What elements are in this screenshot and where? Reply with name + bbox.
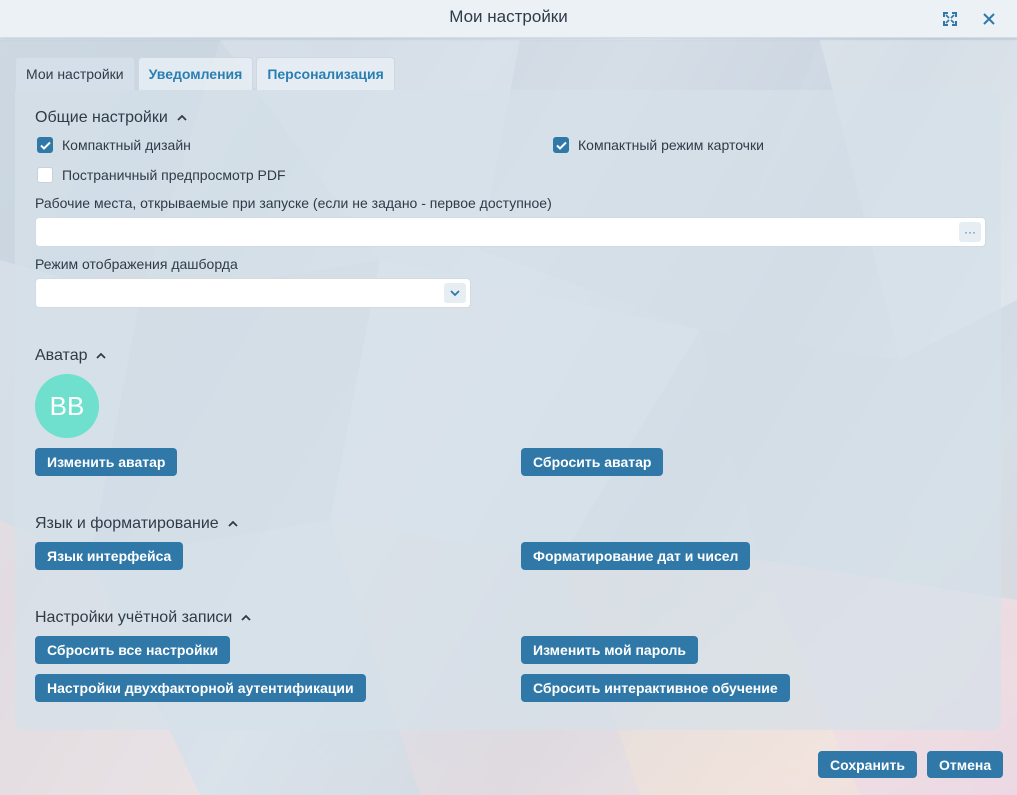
change-avatar-button[interactable]: Изменить аватар bbox=[35, 448, 178, 476]
title-bar: Мои настройки bbox=[0, 0, 1017, 38]
workplaces-field: ··· bbox=[35, 217, 986, 247]
save-button[interactable]: Сохранить bbox=[818, 751, 917, 778]
date-number-format-button[interactable]: Форматирование дат и чисел bbox=[521, 542, 751, 570]
compact-design-label: Компактный дизайн bbox=[62, 137, 191, 153]
close-button[interactable] bbox=[976, 6, 1002, 32]
tab-notifications[interactable]: Уведомления bbox=[137, 57, 254, 90]
compact-card-label: Компактный режим карточки bbox=[578, 137, 764, 153]
pdf-preview-checkbox[interactable] bbox=[37, 167, 53, 183]
tab-bar: Мои настройки Уведомления Персонализация bbox=[15, 57, 398, 90]
pdf-preview-label: Постраничный предпросмотр PDF bbox=[62, 167, 286, 183]
chevron-up-icon bbox=[177, 114, 187, 121]
chevron-down-icon bbox=[450, 290, 460, 297]
settings-dialog: Мои настройки Мои настройки Уведомления … bbox=[0, 0, 1017, 795]
section-avatar-title: Аватар bbox=[35, 347, 88, 364]
compact-design-option: Компактный дизайн bbox=[37, 137, 191, 153]
two-factor-settings-button[interactable]: Настройки двухфакторной аутентификации bbox=[35, 674, 366, 702]
section-language-title: Язык и форматирование bbox=[35, 515, 219, 532]
settings-panel bbox=[15, 90, 1001, 730]
tab-my-settings[interactable]: Мои настройки bbox=[15, 57, 135, 90]
dashboard-mode-value[interactable] bbox=[36, 279, 470, 307]
chevron-up-icon bbox=[228, 520, 238, 527]
reset-avatar-button[interactable]: Сбросить аватар bbox=[521, 448, 664, 476]
dashboard-mode-label: Режим отображения дашборда bbox=[35, 256, 238, 272]
expand-icon bbox=[943, 12, 957, 26]
workplaces-label: Рабочие места, открываемые при запуске (… bbox=[35, 195, 552, 211]
dashboard-mode-select[interactable] bbox=[35, 278, 471, 308]
checkmark-icon bbox=[39, 141, 51, 150]
dialog-title: Мои настройки bbox=[449, 7, 568, 26]
reset-all-settings-button[interactable]: Сбросить все настройки bbox=[35, 636, 231, 664]
change-password-button[interactable]: Изменить мой пароль bbox=[521, 636, 698, 664]
cancel-button[interactable]: Отмена bbox=[927, 751, 1004, 778]
pdf-preview-option: Постраничный предпросмотр PDF bbox=[37, 167, 286, 183]
compact-design-checkbox[interactable] bbox=[37, 137, 53, 153]
tab-personalization[interactable]: Персонализация bbox=[256, 57, 395, 90]
checkmark-icon bbox=[555, 141, 567, 150]
section-general-title: Общие настройки bbox=[35, 109, 168, 126]
section-language-header[interactable]: Язык и форматирование bbox=[35, 515, 239, 533]
close-icon bbox=[983, 13, 995, 25]
workplaces-picker-button[interactable]: ··· bbox=[959, 222, 981, 242]
section-account-header[interactable]: Настройки учётной записи bbox=[35, 609, 252, 627]
section-general-header[interactable]: Общие настройки bbox=[35, 109, 188, 127]
compact-card-checkbox[interactable] bbox=[553, 137, 569, 153]
reset-tutorial-button[interactable]: Сбросить интерактивное обучение bbox=[521, 674, 790, 702]
compact-card-option: Компактный режим карточки bbox=[553, 137, 764, 153]
chevron-up-icon bbox=[241, 614, 251, 621]
interface-language-button[interactable]: Язык интерфейса bbox=[35, 542, 184, 570]
dashboard-dropdown-button[interactable] bbox=[444, 283, 466, 303]
workplaces-input[interactable] bbox=[36, 218, 985, 246]
avatar: BB bbox=[35, 374, 99, 438]
section-account-title: Настройки учётной записи bbox=[35, 609, 233, 626]
chevron-up-icon bbox=[96, 352, 107, 359]
expand-button[interactable] bbox=[937, 6, 963, 32]
section-avatar-header[interactable]: Аватар bbox=[35, 347, 107, 365]
